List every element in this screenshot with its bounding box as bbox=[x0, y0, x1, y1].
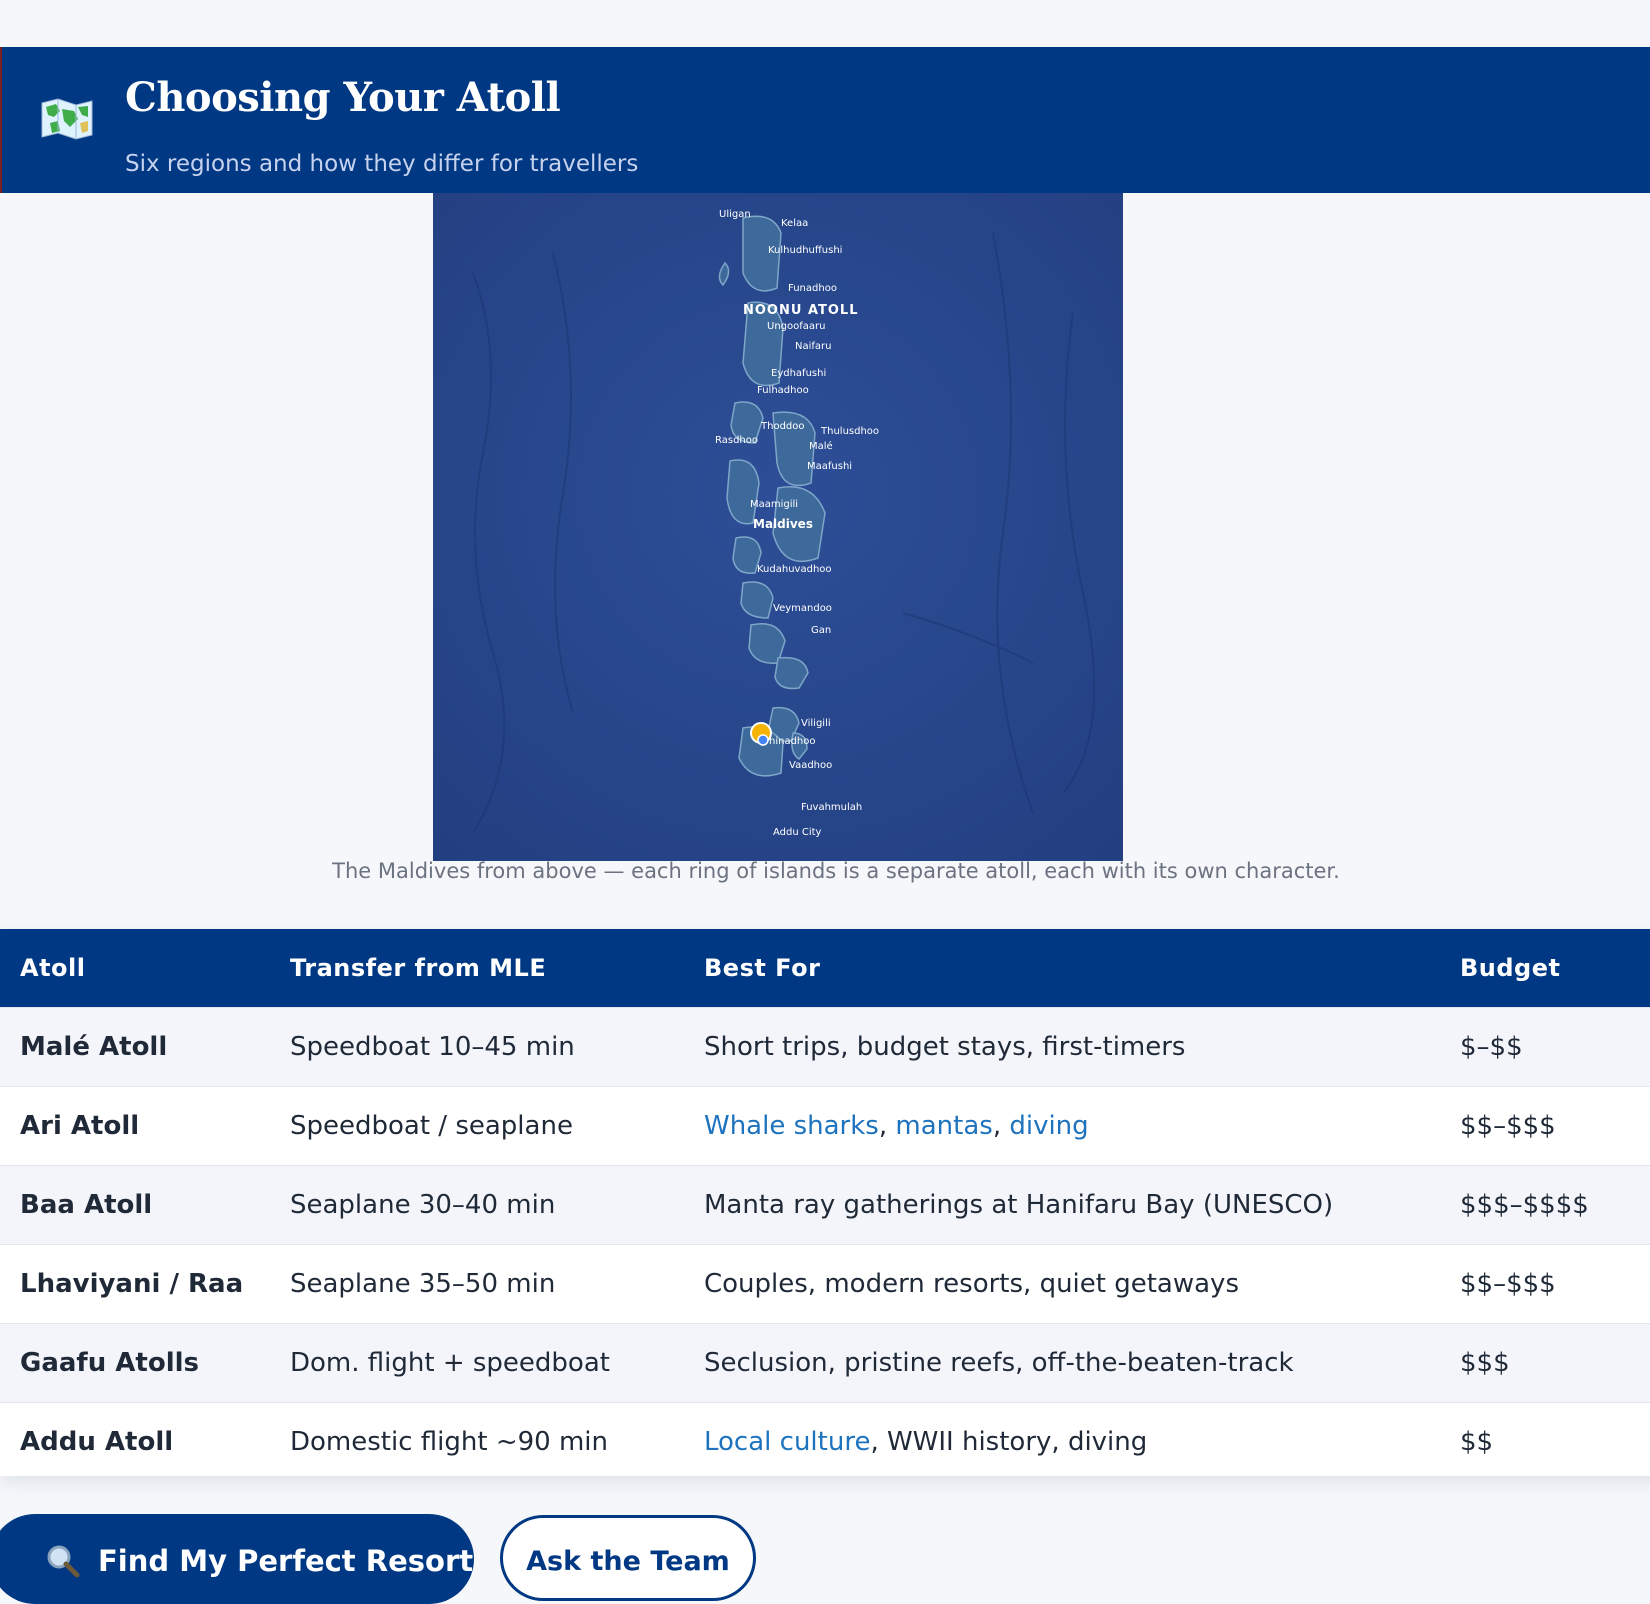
best-for: Seclusion, pristine reefs, off-the-beate… bbox=[704, 1322, 1460, 1402]
atoll-name: Malé Atoll bbox=[0, 1006, 290, 1086]
map-label: Maamigili bbox=[750, 499, 798, 510]
section-title: Choosing Your Atoll bbox=[125, 74, 561, 121]
transfer-info: Speedboat 10–45 min bbox=[290, 1006, 704, 1086]
map-label: Thoddoo bbox=[760, 421, 805, 432]
whale-sharks-link[interactable]: Whale sharks bbox=[704, 1111, 879, 1141]
map-label: Kulhudhuffushi bbox=[768, 245, 842, 256]
column-header-atoll: Atoll bbox=[20, 953, 86, 982]
table-row: Ari Atoll Speedboat / seaplane Whale sha… bbox=[0, 1085, 1650, 1165]
column-header-budget: Budget bbox=[1460, 953, 1561, 982]
atoll-name: Ari Atoll bbox=[0, 1085, 290, 1165]
map-label: Vaadhoo bbox=[789, 760, 832, 771]
table-row: Lhaviyani / Raa Seaplane 35–50 min Coupl… bbox=[0, 1243, 1650, 1323]
best-for: Short trips, budget stays, first-timers bbox=[704, 1006, 1460, 1086]
table-row: Malé Atoll Speedboat 10–45 min Short tri… bbox=[0, 1006, 1650, 1086]
table-row: Addu Atoll Domestic flight ~90 min Local… bbox=[0, 1401, 1650, 1476]
separator: , bbox=[878, 1110, 896, 1141]
separator: , bbox=[992, 1110, 1010, 1141]
magnifier-icon bbox=[47, 1545, 80, 1578]
atoll-table: Atoll Transfer from MLE Best For Budget … bbox=[0, 929, 1650, 1476]
map-label: Maafushi bbox=[807, 461, 852, 472]
transfer-info: Seaplane 35–50 min bbox=[290, 1243, 704, 1323]
map-label: Viligili bbox=[801, 718, 831, 729]
map-label: Maldives bbox=[753, 517, 813, 531]
map-caption: The Maldives from above — each ring of i… bbox=[332, 859, 1340, 883]
best-for: Manta ray gatherings at Hanifaru Bay (UN… bbox=[704, 1164, 1460, 1244]
ask-team-label: Ask the Team bbox=[526, 1546, 730, 1577]
table-header-row: Atoll Transfer from MLE Best For Budget bbox=[0, 929, 1650, 1007]
best-for: Couples, modern resorts, quiet getaways bbox=[704, 1243, 1460, 1323]
budget: $$$–$$$$ bbox=[1460, 1164, 1650, 1244]
atoll-name: Baa Atoll bbox=[0, 1164, 290, 1244]
transfer-info: Speedboat / seaplane bbox=[290, 1085, 704, 1165]
best-for: Whale sharks, mantas, diving bbox=[704, 1085, 1460, 1165]
atoll-name: Addu Atoll bbox=[0, 1401, 290, 1476]
map-label: Addu City bbox=[773, 827, 822, 838]
transfer-info: Dom. flight + speedboat bbox=[290, 1322, 704, 1402]
map-label: Fulhadhoo bbox=[757, 385, 809, 396]
budget: $$–$$$ bbox=[1460, 1085, 1650, 1165]
map-label: Ungoofaaru bbox=[767, 321, 825, 332]
world-map-icon bbox=[41, 98, 93, 140]
budget: $$–$$$ bbox=[1460, 1243, 1650, 1323]
map-label: Kelaa bbox=[781, 218, 808, 229]
column-header-best-for: Best For bbox=[704, 953, 821, 982]
map-label: Fuvahmulah bbox=[801, 802, 862, 813]
local-culture-link[interactable]: Local culture bbox=[704, 1427, 870, 1457]
map-label: hinadhoo bbox=[769, 736, 816, 747]
mantas-link[interactable]: mantas bbox=[895, 1111, 992, 1141]
map-label: Eydhafushi bbox=[771, 368, 826, 379]
map-label: Malé bbox=[809, 440, 833, 452]
section-subtitle: Six regions and how they differ for trav… bbox=[125, 151, 639, 177]
map-label: Thulusdhoo bbox=[820, 426, 879, 437]
ask-team-button[interactable]: Ask the Team bbox=[500, 1515, 756, 1601]
diving-link[interactable]: diving bbox=[1009, 1111, 1088, 1141]
transfer-info: Domestic flight ~90 min bbox=[290, 1401, 704, 1476]
map-label: Gan bbox=[811, 625, 831, 636]
atoll-name: Lhaviyani / Raa bbox=[0, 1243, 290, 1323]
table-row: Gaafu Atolls Dom. flight + speedboat Sec… bbox=[0, 1322, 1650, 1402]
budget: $$$ bbox=[1460, 1322, 1650, 1402]
best-for-rest: , WWII history, diving bbox=[870, 1426, 1148, 1457]
map-label: Funadhoo bbox=[788, 283, 837, 294]
atoll-name: Gaafu Atolls bbox=[0, 1322, 290, 1402]
map-label: Naifaru bbox=[795, 341, 831, 352]
transfer-info: Seaplane 30–40 min bbox=[290, 1164, 704, 1244]
find-resort-button[interactable]: Find My Perfect Resort bbox=[0, 1514, 474, 1604]
map-label: Veymandoo bbox=[773, 603, 832, 614]
map-label: Rasdhoo bbox=[715, 435, 758, 446]
budget: $$ bbox=[1460, 1401, 1650, 1476]
map-label: Kudahuvadhoo bbox=[757, 564, 832, 575]
table-row: Baa Atoll Seaplane 30–40 min Manta ray g… bbox=[0, 1164, 1650, 1244]
best-for: Local culture, WWII history, diving bbox=[704, 1401, 1460, 1476]
find-resort-label: Find My Perfect Resort bbox=[98, 1544, 474, 1578]
budget: $–$$ bbox=[1460, 1006, 1650, 1086]
section-header: Choosing Your Atoll Six regions and how … bbox=[0, 47, 1650, 193]
column-header-transfer: Transfer from MLE bbox=[290, 953, 547, 982]
maldives-map-image: Uligan Kelaa Kulhudhuffushi Funadhoo NOO… bbox=[433, 193, 1123, 861]
map-label: Uligan bbox=[719, 209, 751, 220]
map-label: NOONU ATOLL bbox=[743, 303, 858, 318]
